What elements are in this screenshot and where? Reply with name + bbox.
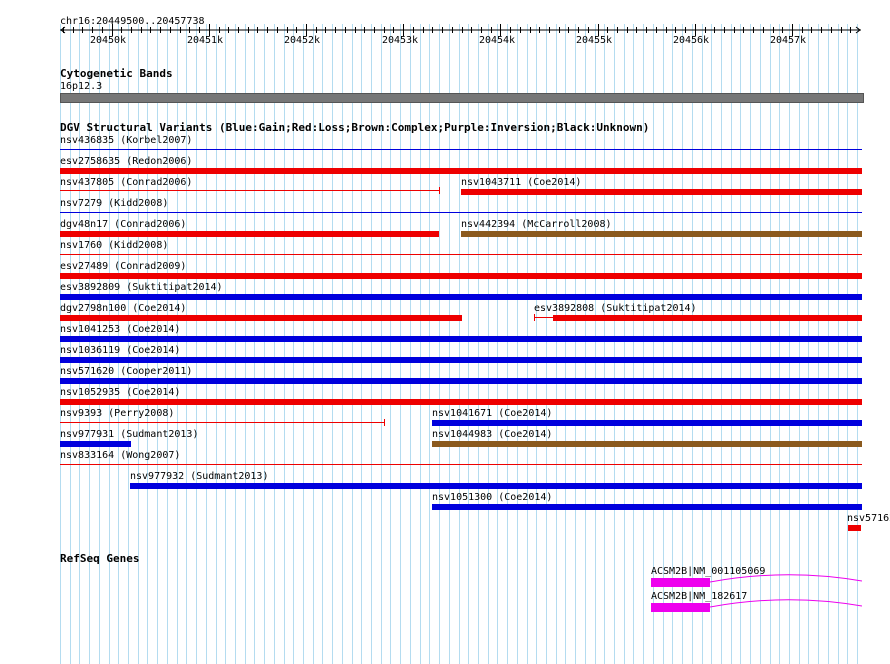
variant-bar[interactable] [130, 483, 862, 489]
variant-bar[interactable] [60, 422, 384, 423]
variant-bar[interactable] [60, 336, 862, 342]
variant-label: dgv48n17 (Conrad2006) [60, 219, 187, 230]
variant-label: nsv571620 (Cooper2011) [60, 366, 193, 377]
variant-label: nsv977932 (Sudmant2013) [130, 471, 269, 482]
refseq-track-title: RefSeq Genes [60, 552, 140, 565]
variant-bar[interactable] [461, 189, 862, 195]
variant-bar[interactable] [432, 420, 862, 426]
tick-label-20455k: 20455k [575, 35, 613, 46]
variant-label: nsv1044983 (Coe2014) [432, 429, 553, 440]
variant-label: nsv1041253 (Coe2014) [60, 324, 181, 335]
tick-label-20457k: 20457k [769, 35, 807, 46]
ruler-scale [60, 24, 861, 36]
variant-label: nsv1041671 (Coe2014) [432, 408, 553, 419]
variant-bar[interactable] [461, 231, 862, 237]
variant-bar[interactable] [432, 441, 862, 447]
variant-bar[interactable] [60, 190, 440, 191]
variant-label: nsv1043711 (Coe2014) [461, 177, 582, 188]
variant-label: nsv833164 (Wong2007) [60, 450, 181, 461]
variant-bar[interactable] [60, 464, 862, 465]
variant-label: nsv442394 (McCarroll2008) [461, 219, 612, 230]
variant-bar[interactable] [60, 315, 462, 321]
variant-label: nsv1036119 (Coe2014) [60, 345, 181, 356]
variant-bar[interactable] [60, 441, 131, 447]
variant-label: esv2758635 (Redon2006) [60, 156, 193, 167]
variant-bar[interactable] [848, 525, 861, 531]
variant-bar[interactable] [60, 357, 862, 363]
variant-label: nsv977931 (Sudmant2013) [60, 429, 199, 440]
cytoband-track-title: Cytogenetic Bands [60, 67, 173, 80]
variant-bar[interactable] [60, 273, 862, 279]
tick-label-20453k: 20453k [381, 35, 419, 46]
variant-label: nsv7279 (Kidd2008) [60, 198, 169, 209]
gene-intron [710, 599, 862, 608]
cytoband-label: 16p12.3 [60, 81, 103, 92]
variant-bar[interactable] [553, 315, 862, 321]
variant-label: esv27489 (Conrad2009) [60, 261, 187, 272]
variant-label: nsv1051300 (Coe2014) [432, 492, 553, 503]
tick-label-20451k: 20451k [186, 35, 224, 46]
variant-label: nsv437805 (Conrad2006) [60, 177, 193, 188]
variant-label: esv3892808 (Suktitipat2014) [534, 303, 697, 314]
gene-exon[interactable] [651, 603, 710, 612]
variant-label: dgv2798n100 (Coe2014) [60, 303, 187, 314]
cytoband-band[interactable] [60, 93, 864, 103]
variant-label: nsv57162 [847, 513, 890, 524]
variant-bar[interactable] [60, 231, 439, 237]
gene-intron [710, 574, 862, 583]
tick-label-20450k: 20450k [89, 35, 127, 46]
tick-label-20452k: 20452k [283, 35, 321, 46]
variant-bar[interactable] [432, 504, 862, 510]
variant-end-cap [384, 419, 385, 426]
variant-label: nsv436835 (Korbel2007) [60, 135, 193, 146]
variant-bar[interactable] [60, 254, 862, 255]
variant-bar[interactable] [60, 378, 862, 384]
variant-label: nsv1760 (Kidd2008) [60, 240, 169, 251]
variant-label: nsv1052935 (Coe2014) [60, 387, 181, 398]
variant-bar[interactable] [60, 294, 862, 300]
variant-bar[interactable] [60, 212, 862, 213]
variant-label: esv3892809 (Suktitipat2014) [60, 282, 223, 293]
tick-label-20456k: 20456k [672, 35, 710, 46]
variant-connector [534, 317, 553, 318]
variant-bar[interactable] [60, 399, 862, 405]
tick-label-20454k: 20454k [478, 35, 516, 46]
gene-exon[interactable] [651, 578, 710, 587]
variant-bar[interactable] [60, 149, 862, 150]
dgv-track-title: DGV Structural Variants (Blue:Gain;Red:L… [60, 121, 650, 134]
variant-end-cap [439, 187, 440, 194]
variant-bar[interactable] [60, 168, 862, 174]
variant-label: nsv9393 (Perry2008) [60, 408, 175, 419]
